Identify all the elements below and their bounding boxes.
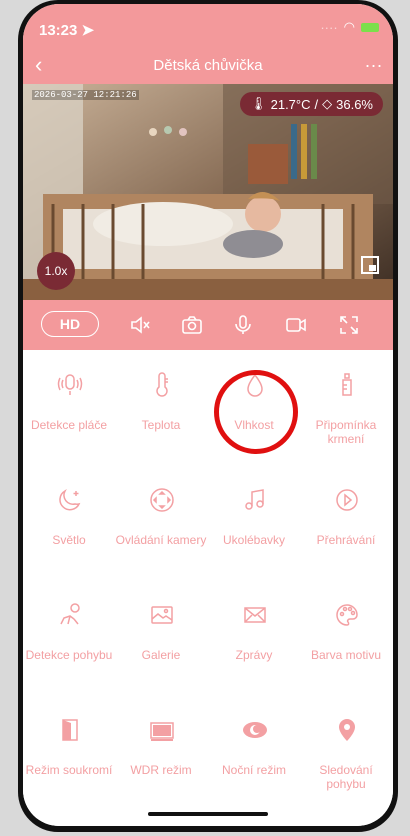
cry-detection-icon bbox=[57, 374, 83, 395]
music-note-icon bbox=[245, 489, 264, 510]
home-indicator[interactable] bbox=[148, 812, 268, 816]
control-bar: HD bbox=[23, 300, 393, 350]
feature-light[interactable]: Světlo bbox=[23, 465, 115, 575]
thermometer-icon bbox=[156, 372, 168, 397]
palette-icon bbox=[336, 604, 358, 626]
camera-icon[interactable] bbox=[180, 313, 204, 337]
hd-button[interactable]: HD bbox=[41, 311, 99, 337]
feature-label: WDR režim bbox=[130, 763, 192, 777]
play-circle-icon bbox=[336, 489, 358, 511]
droplet-icon: ◇ bbox=[322, 96, 333, 111]
status-icons: ···· ◠ bbox=[320, 19, 379, 35]
microphone-icon[interactable] bbox=[231, 313, 255, 337]
feature-feeding-reminder[interactable]: Připomínka krmení bbox=[300, 350, 392, 460]
feature-messages[interactable]: Zprávy bbox=[208, 580, 300, 690]
feature-label: Ukolébavky bbox=[222, 533, 286, 547]
wifi-icon: ◠ bbox=[343, 19, 355, 34]
feature-gallery[interactable]: Galerie bbox=[115, 580, 207, 690]
feature-label: Světlo bbox=[52, 533, 86, 547]
feature-lullabies[interactable]: Ukolébavky bbox=[208, 465, 300, 575]
feature-label: Detekce pohybu bbox=[25, 648, 113, 662]
camera-image bbox=[23, 84, 393, 300]
feature-grid: Detekce pláče Teplota Vlhkost Připomínka… bbox=[23, 350, 393, 826]
time-text: 13:23 bbox=[39, 22, 78, 39]
feature-label: Noční režim bbox=[221, 763, 286, 777]
feature-camera-control[interactable]: Ovládání kamery bbox=[115, 465, 207, 575]
moon-star-icon bbox=[59, 489, 81, 511]
privacy-door-icon bbox=[62, 719, 78, 741]
feature-wdr-mode[interactable]: WDR režim bbox=[115, 695, 207, 805]
gallery-icon bbox=[151, 606, 173, 624]
feature-privacy-mode[interactable]: Režim soukromí bbox=[23, 695, 115, 805]
environment-badge: 🌡 21.7°C / ◇ 36.6% bbox=[240, 92, 383, 116]
phone-frame: 13:23 ➤ ···· ◠ ‹ Dětská chůvička ... 202… bbox=[18, 0, 398, 832]
page-title: Dětská chůvička bbox=[153, 57, 263, 74]
wdr-icon bbox=[150, 722, 174, 741]
crawling-baby-icon bbox=[60, 603, 80, 625]
timestamp: 2026-03-27 12:21:26 bbox=[32, 90, 139, 100]
feature-theme-color[interactable]: Barva motivu bbox=[300, 580, 392, 690]
thermometer-icon: 🌡 bbox=[250, 96, 267, 111]
feature-night-mode[interactable]: Noční režim bbox=[208, 695, 300, 805]
feature-label: Sledování pohybu bbox=[319, 763, 373, 791]
picture-in-picture-icon[interactable] bbox=[361, 256, 379, 274]
feature-motion-detection[interactable]: Detekce pohybu bbox=[23, 580, 115, 690]
highlight-circle bbox=[214, 370, 298, 454]
app-screen: 13:23 ➤ ···· ◠ ‹ Dětská chůvička ... 202… bbox=[23, 4, 393, 826]
more-button[interactable]: ... bbox=[365, 51, 383, 72]
signal-icon: ···· bbox=[320, 19, 338, 35]
feature-label: Režim soukromí bbox=[25, 763, 113, 777]
feature-label: Přehrávání bbox=[316, 533, 376, 547]
temperature-value: 21.7°C bbox=[270, 96, 311, 112]
status-time: 13:23 ➤ bbox=[39, 21, 94, 39]
mute-icon[interactable] bbox=[128, 313, 152, 337]
feature-motion-tracking[interactable]: Sledování pohybu bbox=[300, 695, 392, 805]
humidity-value: 36.6% bbox=[336, 96, 373, 112]
location-icon: ➤ bbox=[81, 22, 95, 39]
eye-moon-icon bbox=[243, 722, 267, 738]
feature-label: Galerie bbox=[141, 648, 181, 662]
record-video-icon[interactable] bbox=[284, 313, 308, 337]
feature-label: Připomínka krmení bbox=[315, 418, 377, 446]
feature-label: Barva motivu bbox=[310, 648, 382, 662]
battery-icon bbox=[361, 22, 379, 32]
baby-bottle-icon bbox=[342, 373, 352, 396]
feature-label: Teplota bbox=[141, 418, 181, 432]
separator: / bbox=[314, 96, 319, 112]
feature-temperature[interactable]: Teplota bbox=[115, 350, 207, 460]
feature-playback[interactable]: Přehrávání bbox=[300, 465, 392, 575]
feature-label: Zprávy bbox=[235, 648, 273, 662]
direction-pad-icon bbox=[150, 488, 174, 512]
location-pin-icon bbox=[339, 719, 355, 741]
feature-label: Ovládání kamery bbox=[115, 533, 207, 547]
zoom-button[interactable]: 1.0x bbox=[37, 252, 75, 290]
fullscreen-icon[interactable] bbox=[337, 313, 361, 337]
top-bar: 13:23 ➤ ···· ◠ ‹ Dětská chůvička ... bbox=[23, 4, 393, 84]
feature-label: Detekce pláče bbox=[30, 418, 108, 432]
envelope-icon bbox=[244, 607, 266, 623]
camera-feed[interactable]: 2026-03-27 12:21:26 🌡 21.7°C / ◇ 36.6% 1… bbox=[23, 84, 393, 300]
feature-cry-detection[interactable]: Detekce pláče bbox=[23, 350, 115, 460]
